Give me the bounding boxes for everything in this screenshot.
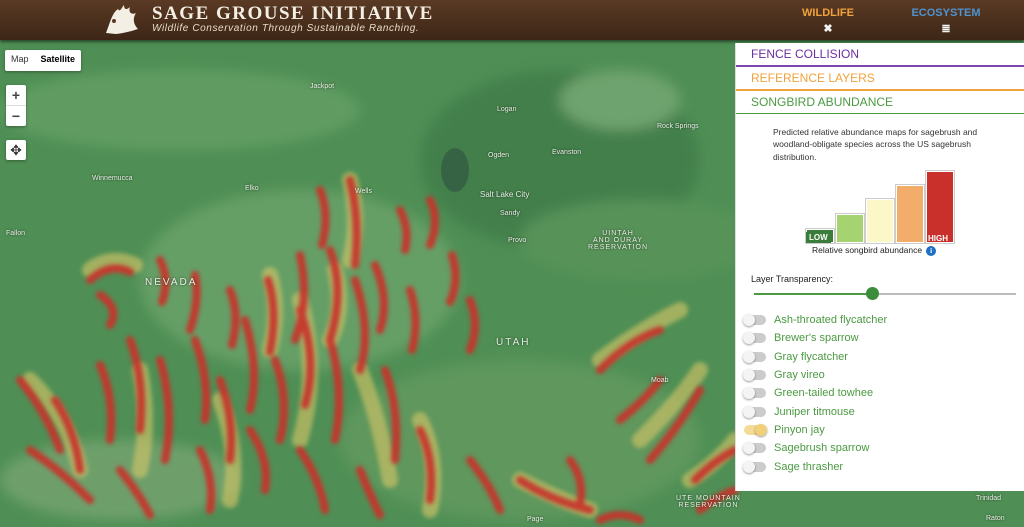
species-toggle[interactable] (743, 369, 766, 382)
species-row[interactable]: Sagebrush sparrow (743, 439, 1014, 457)
nav-ecosystem[interactable]: ECOSYSTEM ≣ (906, 7, 986, 35)
close-icon[interactable]: ✖ (788, 22, 868, 35)
section-reference-layers[interactable]: REFERENCE LAYERS (736, 67, 1024, 91)
zoom-out-button[interactable]: − (6, 106, 26, 126)
species-toggle[interactable] (743, 387, 766, 400)
species-label: Sage thrasher (774, 460, 844, 473)
toggle-knob (743, 369, 755, 382)
map-label-wells: Wells (355, 188, 372, 195)
toggle-knob (743, 350, 755, 363)
map-label-ute-reservation: UTE MOUNTAIN RESERVATION (676, 495, 741, 509)
info-icon[interactable]: i (926, 246, 937, 256)
species-label: Gray flycatcher (774, 350, 848, 363)
species-label: Ash-throated flycatcher (774, 314, 888, 327)
map-label-fallon: Fallon (6, 230, 26, 237)
zoom-control: + − (6, 85, 26, 126)
species-row[interactable]: Green-tailed towhee (743, 384, 1014, 402)
songbird-description: Predicted relative abundance maps for sa… (773, 127, 978, 162)
toggle-knob (743, 314, 755, 327)
species-row[interactable]: Gray flycatcher (743, 348, 1014, 366)
map-label-provo: Provo (508, 237, 527, 244)
map-label-utah: UTAH (496, 337, 531, 348)
section-songbird-abundance[interactable]: SONGBIRD ABUNDANCE (736, 91, 1024, 114)
toggle-knob (743, 442, 755, 455)
sage-grouse-logo-icon[interactable] (102, 3, 142, 37)
legend-caption: Relative songbird abundance i (812, 245, 937, 256)
slider-fill (754, 293, 872, 295)
species-row[interactable]: Gray vireo (743, 366, 1014, 384)
map-label-raton: Raton (986, 515, 1005, 522)
map-label-jackpot: Jackpot (310, 83, 335, 90)
species-toggle[interactable] (743, 405, 766, 418)
app-header: SAGE GROUSE INITIATIVE Wildlife Conserva… (0, 0, 1024, 40)
map-label-ogden: Ogden (488, 152, 510, 159)
legend-high-label: HIGH (928, 234, 948, 243)
map-label-uintah-reservation: UINTAH AND OURAY RESERVATION (588, 230, 649, 251)
toggle-knob (743, 332, 755, 345)
map-label-logan: Logan (497, 106, 517, 113)
species-row[interactable]: Brewer's sparrow (743, 329, 1014, 347)
map-label-winnemucca: Winnemucca (92, 175, 133, 182)
species-label: Brewer's sparrow (774, 332, 859, 345)
toggle-knob (755, 423, 767, 436)
toggle-knob (743, 405, 755, 418)
legend-bar-2 (836, 214, 864, 243)
transparency-slider[interactable] (754, 287, 1016, 300)
species-row[interactable]: Pinyon jay (744, 421, 1014, 439)
species-label: Juniper titmouse (774, 405, 855, 418)
nav-ecosystem-label: ECOSYSTEM (911, 7, 981, 19)
menu-icon[interactable]: ≣ (906, 22, 986, 35)
nav-wildlife-label: WILDLIFE (802, 7, 854, 19)
legend-bar-3 (866, 199, 894, 243)
map-label-sandy: Sandy (500, 210, 520, 217)
species-list: Ash-throated flycatcher Brewer's sparrow G… (743, 311, 1014, 476)
nav-wildlife[interactable]: WILDLIFE ✖ (788, 7, 868, 35)
brand-tagline: Wildlife Conservation Through Sustainabl… (152, 23, 420, 34)
species-toggle[interactable] (743, 314, 766, 327)
map-label-rock-springs: Rock Springs (657, 123, 699, 130)
map-type-control: Map Satellite (5, 50, 82, 71)
toggle-knob (743, 387, 755, 400)
legend-bar-5 (926, 171, 954, 243)
map-label-salt-lake-city: Salt Lake City (480, 190, 530, 199)
map-label-moab: Moab (651, 377, 669, 384)
toggle-knob (743, 460, 755, 473)
legend-caption-text: Relative songbird abundance (812, 245, 923, 255)
species-row[interactable]: Juniper titmouse (743, 402, 1014, 420)
map-label-trinidad: Trinidad (976, 495, 1002, 502)
transparency-label: Layer Transparency: (751, 274, 834, 284)
species-label: Sagebrush sparrow (774, 442, 870, 455)
map-label-evanston: Evanston (552, 149, 582, 156)
legend-bar-4 (896, 185, 924, 243)
species-row[interactable]: Sage thrasher (743, 457, 1014, 475)
brand-title[interactable]: SAGE GROUSE INITIATIVE (152, 3, 434, 25)
map-label-elko: Elko (245, 185, 259, 192)
section-fence-collision[interactable]: FENCE COLLISION (736, 43, 1024, 67)
map-label-nevada: NEVADA (145, 277, 198, 288)
pan-icon[interactable]: ✥ (6, 140, 26, 160)
species-toggle[interactable] (743, 350, 766, 363)
species-toggle[interactable] (743, 460, 766, 473)
layer-panel: FENCE COLLISION REFERENCE LAYERS SONGBIR… (735, 43, 1024, 491)
slider-handle[interactable] (865, 287, 879, 300)
species-toggle[interactable] (744, 423, 767, 436)
abundance-legend: LOW HIGH (806, 163, 966, 243)
species-label: Gray vireo (774, 369, 825, 382)
legend-low-label: LOW (806, 232, 831, 243)
species-label: Pinyon jay (774, 423, 825, 436)
species-label: Green-tailed towhee (774, 387, 874, 400)
species-toggle[interactable] (743, 442, 766, 455)
zoom-in-button[interactable]: + (6, 85, 26, 105)
map-label-page: Page (527, 516, 544, 523)
map-type-map-button[interactable]: Map (5, 50, 35, 71)
map-type-satellite-button[interactable]: Satellite (35, 50, 82, 71)
species-row[interactable]: Ash-throated flycatcher (743, 311, 1014, 329)
species-toggle[interactable] (743, 332, 766, 345)
